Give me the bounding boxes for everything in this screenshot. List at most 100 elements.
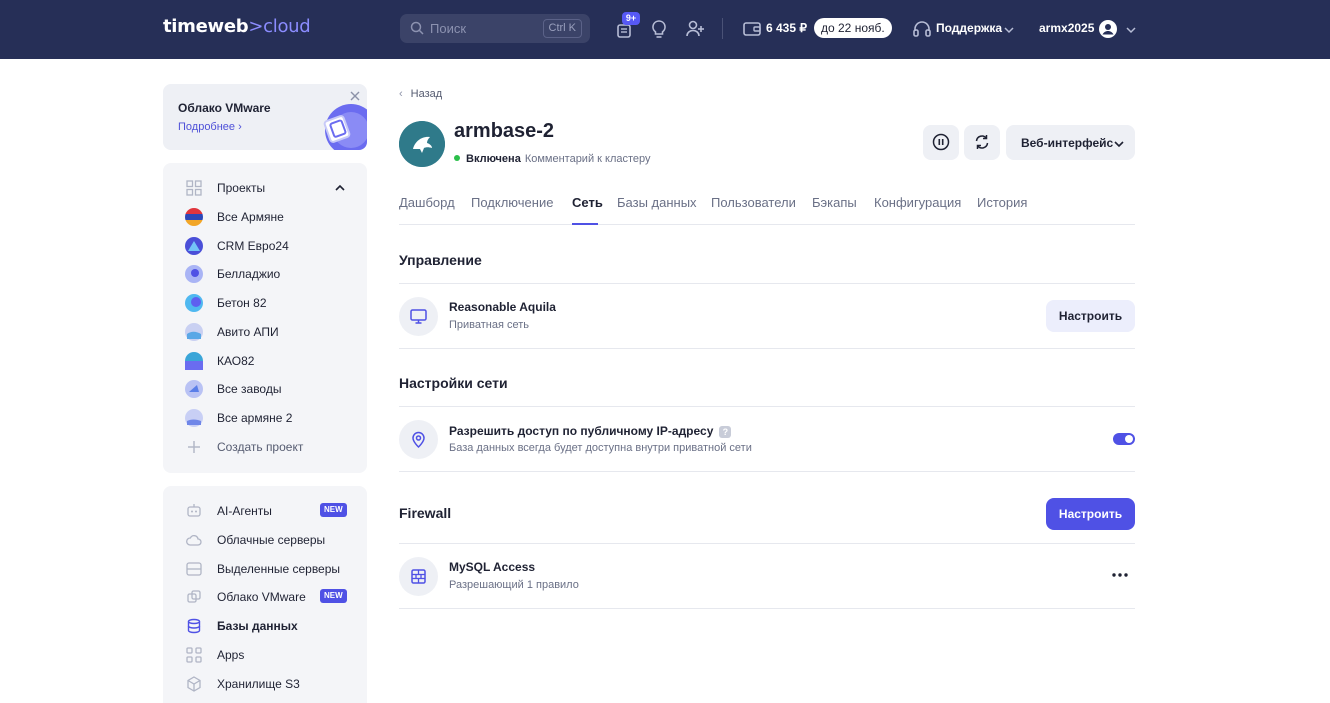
search-icon: [410, 21, 424, 35]
configure-network-button[interactable]: Настроить: [1046, 300, 1135, 332]
headset-icon[interactable]: [911, 18, 933, 40]
project-item[interactable]: КАО82: [163, 350, 367, 372]
avatar[interactable]: [1098, 19, 1118, 39]
due-date-badge: до 22 нояб.: [814, 18, 892, 38]
search-input[interactable]: Поиск Ctrl K: [400, 14, 590, 43]
mysql-dolphin-icon: [399, 121, 445, 167]
project-item[interactable]: Авито АПИ: [163, 321, 367, 343]
network-name: Reasonable Aquila: [449, 300, 556, 314]
tab-connection[interactable]: Подключение: [471, 195, 553, 210]
projects-header[interactable]: Проекты: [163, 177, 367, 199]
cloud-icon: [186, 534, 202, 546]
balance[interactable]: 6 435 ₽: [766, 21, 807, 35]
nav-item-ai-agents[interactable]: AI-Агенты NEW: [163, 500, 367, 522]
firewall-brick-icon: [411, 569, 426, 584]
add-user-icon[interactable]: [684, 18, 706, 40]
notifications-badge: 9+: [622, 12, 640, 25]
pause-icon: [932, 133, 950, 151]
project-item[interactable]: Бетон 82: [163, 292, 367, 314]
nav-item-storage-s3[interactable]: Хранилище S3: [163, 673, 367, 695]
project-item[interactable]: Все заводы: [163, 378, 367, 400]
configure-firewall-button[interactable]: Настроить: [1046, 498, 1135, 530]
nav-item-apps[interactable]: Apps: [163, 644, 367, 666]
robot-icon: [187, 504, 201, 517]
tab-dashboard[interactable]: Дашборд: [399, 195, 455, 210]
new-badge: NEW: [320, 589, 347, 603]
search-shortcut: Ctrl K: [542, 19, 582, 38]
new-badge: NEW: [320, 503, 347, 517]
divider: [399, 543, 1135, 544]
restart-button[interactable]: [964, 125, 1000, 160]
project-avatar-icon: [185, 323, 203, 341]
tab-network[interactable]: Сеть: [572, 195, 603, 210]
chevron-left-icon: ‹: [399, 88, 403, 100]
username[interactable]: armx2025: [1039, 21, 1094, 35]
firewall-title: Firewall: [399, 505, 452, 521]
chevron-down-icon[interactable]: [1125, 24, 1137, 36]
status-dot-icon: [454, 155, 460, 161]
search-placeholder: Поиск: [430, 21, 467, 36]
logo[interactable]: timeweb>cloud: [163, 16, 311, 37]
help-icon[interactable]: ?: [719, 426, 732, 438]
project-item[interactable]: Белладжио: [163, 263, 367, 285]
refresh-icon: [975, 135, 989, 149]
public-ip-description: База данных всегда будет доступна внутри…: [449, 442, 752, 454]
header-divider: [722, 18, 723, 39]
project-avatar-icon: [185, 380, 203, 398]
wallet-icon[interactable]: [742, 18, 764, 40]
project-avatar-icon: [185, 409, 203, 427]
location-pin-icon: [412, 431, 425, 449]
page-title: armbase-2: [454, 120, 555, 142]
more-options-icon[interactable]: [1110, 566, 1130, 584]
cluster-comment-link[interactable]: Комментарий к кластеру: [525, 153, 651, 165]
nav-item-vmware[interactable]: Облако VMware NEW: [163, 586, 367, 608]
nav-item-databases[interactable]: Базы данных: [163, 615, 367, 637]
project-avatar-icon: [185, 265, 203, 283]
top-header: timeweb>cloud Поиск Ctrl K 9+ 6 435 ₽ до…: [0, 0, 1330, 59]
divider: [399, 608, 1135, 609]
project-item[interactable]: CRM Евро24: [163, 235, 367, 257]
tab-history[interactable]: История: [977, 195, 1027, 210]
status-badge: Включена: [466, 153, 521, 165]
support-menu[interactable]: Поддержка: [936, 21, 1002, 35]
server-icon: [186, 562, 202, 576]
public-ip-toggle[interactable]: [1113, 433, 1135, 445]
plus-icon: [188, 441, 200, 453]
network-settings-title: Настройки сети: [399, 375, 508, 391]
firewall-rule-description: Разрешающий 1 правило: [449, 579, 579, 591]
toggle-knob: [1125, 435, 1133, 443]
chevron-down-icon: [1114, 141, 1124, 148]
tab-configuration[interactable]: Конфигурация: [874, 195, 961, 210]
chevron-down-icon[interactable]: [1003, 24, 1015, 36]
flag-armenia-icon: [185, 208, 203, 226]
project-avatar-icon: [185, 294, 203, 312]
network-row-icon: [399, 297, 438, 336]
chevron-up-icon[interactable]: [334, 182, 346, 194]
firewall-rule-name: MySQL Access: [449, 560, 536, 574]
apps-grid-icon: [186, 647, 202, 663]
public-ip-title: Разрешить доступ по публичному IP-адресу…: [449, 424, 732, 438]
pause-button[interactable]: [923, 125, 959, 160]
management-title: Управление: [399, 252, 482, 268]
project-item[interactable]: Все армяне 2: [163, 407, 367, 429]
project-item[interactable]: Все Армяне: [163, 206, 367, 228]
monitor-icon: [410, 309, 427, 324]
database-icon: [187, 618, 201, 634]
vmware-illustration-icon: [323, 104, 367, 150]
promo-link[interactable]: Подробнее ›: [178, 121, 242, 133]
nav-item-dedicated-servers[interactable]: Выделенные серверы: [163, 558, 367, 580]
project-avatar-icon: [185, 352, 203, 370]
project-avatar-icon: [185, 237, 203, 255]
projects-panel: Проекты Все Армяне CRM Евро24 Белладжио …: [163, 163, 367, 473]
lightbulb-icon[interactable]: [648, 18, 670, 40]
tab-users[interactable]: Пользователи: [711, 195, 796, 210]
vmware-promo-card[interactable]: Облако VMware Подробнее ›: [163, 84, 367, 150]
back-link[interactable]: ‹ Назад: [399, 88, 442, 100]
tab-databases[interactable]: Базы данных: [617, 195, 697, 210]
network-type: Приватная сеть: [449, 319, 530, 331]
tab-backups[interactable]: Бэкапы: [812, 195, 857, 210]
nav-item-cloud-servers[interactable]: Облачные серверы: [163, 529, 367, 551]
projects-header-label: Проекты: [217, 181, 266, 195]
web-interface-button[interactable]: Веб-интерфейс: [1006, 125, 1135, 160]
create-project-button[interactable]: Создать проект: [163, 436, 367, 458]
